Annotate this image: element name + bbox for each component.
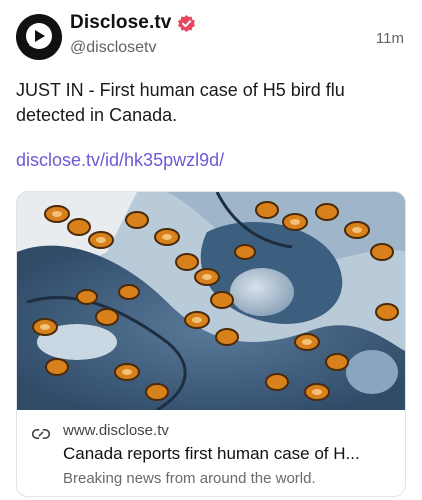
link-preview-image[interactable] bbox=[17, 192, 405, 410]
link-icon bbox=[31, 429, 51, 439]
post[interactable]: Disclose.tv @disclosetv 11m JUST IN - Fi… bbox=[0, 0, 422, 500]
link-preview-title[interactable]: Canada reports first human case of H... bbox=[63, 444, 397, 464]
link-preview-domain: www.disclose.tv bbox=[63, 422, 169, 439]
author-handle[interactable]: @disclosetv bbox=[70, 39, 157, 57]
avatar[interactable] bbox=[16, 14, 62, 60]
link-preview-meta[interactable]: www.disclose.tv Canada reports first hum… bbox=[17, 410, 405, 496]
author-name-row: Disclose.tv bbox=[70, 12, 196, 34]
link-preview-description: Breaking news from around the world. bbox=[63, 470, 316, 487]
post-body-text: JUST IN - First human case of H5 bird fl… bbox=[16, 80, 345, 125]
virus-micrograph-image bbox=[17, 192, 405, 410]
post-timestamp[interactable]: 11m bbox=[376, 30, 404, 47]
post-link[interactable]: disclose.tv/id/hk35pwzl9d/ bbox=[16, 150, 224, 171]
play-bubble-icon bbox=[26, 23, 52, 49]
verified-badge-icon bbox=[178, 14, 196, 32]
link-preview-card[interactable]: www.disclose.tv Canada reports first hum… bbox=[16, 191, 406, 497]
author-display-name[interactable]: Disclose.tv bbox=[70, 12, 171, 34]
